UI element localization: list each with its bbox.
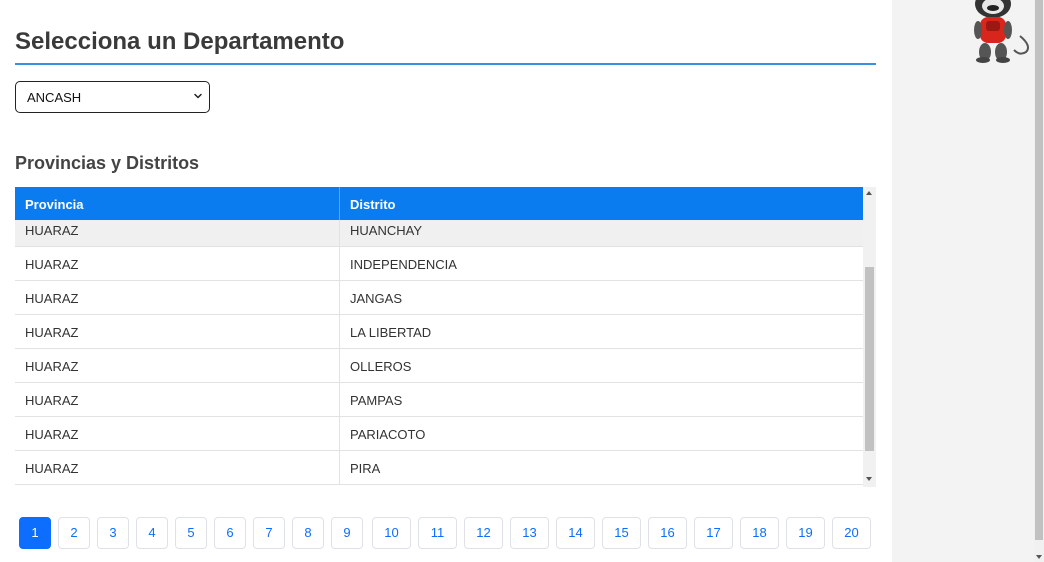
page-button-3[interactable]: 3 [97,517,129,549]
scroll-down-arrow-icon[interactable] [1036,555,1042,559]
department-select-value: ANCASH [27,90,82,105]
table-row[interactable]: HUARAZ PAMPAS [15,383,863,417]
cell-distrito: PAMPAS [350,393,403,408]
page-scrollbar[interactable] [1034,0,1044,562]
page-title: Selecciona un Departamento [15,28,345,55]
column-header-provincia: Provincia [25,197,84,212]
cell-provincia: HUARAZ [25,325,79,340]
cell-provincia: HUARAZ [25,223,79,238]
districts-table: Provincia Distrito HUARAZ HUANCHAY HUARA… [15,187,876,487]
page-button-18[interactable]: 18 [740,517,779,549]
page-button-12[interactable]: 12 [464,517,503,549]
section-title: Provincias y Distritos [15,153,200,173]
page-button-14[interactable]: 14 [556,517,595,549]
table-scrollbar-thumb[interactable] [865,267,874,451]
main-content: Selecciona un Departamento ANCASH Provin… [0,0,892,562]
page-button-7[interactable]: 7 [253,517,285,549]
table-scrollbar[interactable] [863,187,876,487]
page-button-13[interactable]: 13 [510,517,549,549]
page-button-8[interactable]: 8 [292,517,324,549]
column-divider [339,187,340,220]
cell-distrito: PARIACOTO [350,427,426,442]
column-divider [339,315,340,348]
title-divider [15,63,876,65]
table-row[interactable]: HUARAZ INDEPENDENCIA [15,247,863,281]
column-divider [339,451,340,484]
column-divider [339,383,340,416]
column-header-distrito: Distrito [350,197,396,212]
page-button-6[interactable]: 6 [214,517,246,549]
table-row[interactable]: HUARAZ HUANCHAY [15,220,863,247]
page-button-17[interactable]: 17 [694,517,733,549]
page-button-9[interactable]: 9 [331,517,363,549]
page-button-19[interactable]: 19 [786,517,825,549]
table-row[interactable]: HUARAZ LA LIBERTAD [15,315,863,349]
cell-distrito: OLLEROS [350,359,412,374]
scroll-down-arrow-icon[interactable] [866,477,872,481]
cell-provincia: HUARAZ [25,393,79,408]
page-button-16[interactable]: 16 [648,517,687,549]
cell-provincia: HUARAZ [25,291,79,306]
cell-provincia: HUARAZ [25,257,79,272]
cell-distrito: LA LIBERTAD [350,325,432,340]
page-scrollbar-thumb[interactable] [1035,0,1043,540]
cell-provincia: HUARAZ [25,427,79,442]
page-button-10[interactable]: 10 [372,517,411,549]
page-button-4[interactable]: 4 [136,517,168,549]
table-row[interactable]: HUARAZ PARIACOTO [15,417,863,451]
chevron-down-icon [194,93,202,99]
scroll-up-arrow-icon[interactable] [866,191,872,195]
cell-provincia: HUARAZ [25,461,79,476]
page-button-11[interactable]: 11 [418,517,457,549]
column-divider [339,220,340,246]
page-button-15[interactable]: 15 [602,517,641,549]
cell-distrito: PIRA [350,461,381,476]
cell-distrito: INDEPENDENCIA [350,257,457,272]
page-button-2[interactable]: 2 [58,517,90,549]
department-select[interactable]: ANCASH [15,81,210,113]
cell-distrito: JANGAS [350,291,403,306]
page-button-1[interactable]: 1 [19,517,51,549]
column-divider [339,417,340,450]
right-sidebar [892,0,1034,562]
column-divider [339,247,340,280]
page-button-20[interactable]: 20 [832,517,871,549]
table-row[interactable]: HUARAZ PIRA [15,451,863,485]
page-button-5[interactable]: 5 [175,517,207,549]
table-row[interactable]: HUARAZ JANGAS [15,281,863,315]
column-divider [339,281,340,314]
column-divider [339,349,340,382]
table-row[interactable]: HUARAZ OLLEROS [15,349,863,383]
cell-distrito: HUANCHAY [350,223,422,238]
table-header: Provincia Distrito [15,187,863,220]
monkey-mascot-icon[interactable] [968,0,1038,66]
cell-provincia: HUARAZ [25,359,79,374]
